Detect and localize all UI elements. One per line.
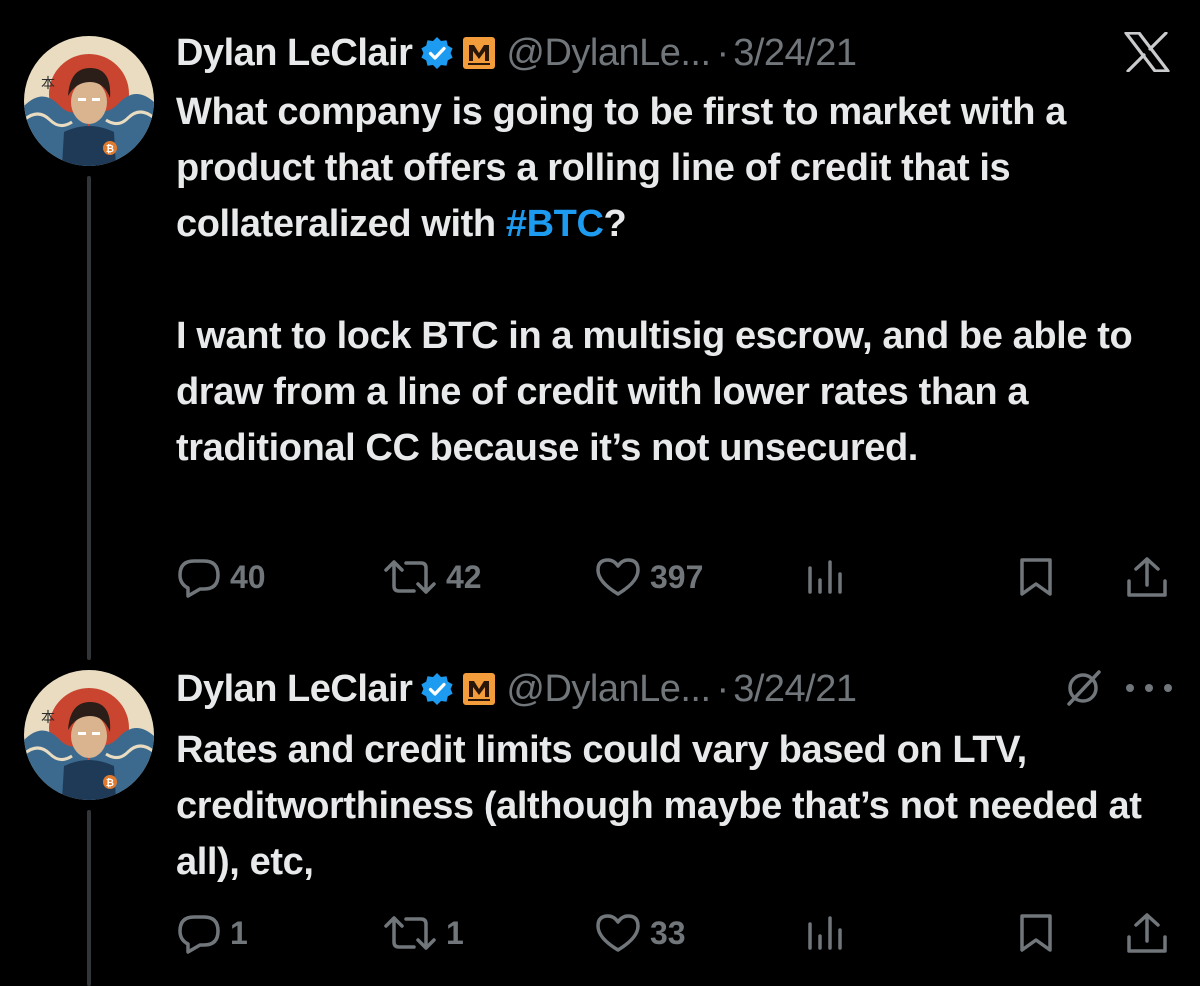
svg-text:₿: ₿: [106, 777, 114, 789]
reply-button[interactable]: 1: [176, 908, 248, 958]
views-button[interactable]: [802, 552, 846, 602]
tweet-date[interactable]: 3/24/21: [733, 668, 857, 711]
views-icon: [808, 560, 842, 594]
verified-badge-icon[interactable]: [420, 672, 454, 706]
tweet-header: Dylan LeClair @DylanLe... · 3/24/21: [176, 664, 857, 714]
display-name[interactable]: Dylan LeClair: [176, 668, 413, 711]
hashtag-link[interactable]: #BTC: [506, 203, 604, 245]
tweet-paragraph: What company is going to be first to mar…: [176, 84, 1186, 252]
svg-text:本: 本: [41, 710, 55, 726]
more-dot: [1164, 684, 1172, 692]
share-icon: [1127, 913, 1167, 953]
reply-button[interactable]: 40: [176, 552, 266, 602]
like-button[interactable]: 397: [594, 552, 703, 602]
avatar-illustration: ₿ 本: [24, 36, 154, 166]
repost-icon: [384, 560, 436, 594]
svg-text:本: 本: [41, 76, 55, 92]
x-logo-icon: [1124, 32, 1170, 72]
views-button[interactable]: [802, 908, 846, 958]
handle[interactable]: @DylanLe...: [506, 32, 711, 75]
tweet-text: Rates and credit limits could vary based…: [176, 722, 1186, 890]
like-icon: [596, 558, 640, 596]
like-count: 33: [650, 914, 686, 951]
bookmark-icon: [1020, 914, 1052, 952]
reply-count: 1: [230, 914, 248, 951]
more-dot: [1126, 684, 1134, 692]
more-dot: [1145, 684, 1153, 692]
share-icon: [1127, 557, 1167, 597]
tweet-paragraph: Rates and credit limits could vary based…: [176, 722, 1186, 890]
tweet-paragraph: I want to lock BTC in a multisig escrow,…: [176, 308, 1186, 476]
separator: ·: [716, 667, 730, 710]
avatar[interactable]: ₿ 本: [24, 36, 154, 166]
views-icon: [808, 916, 842, 950]
verified-badge-icon[interactable]: [420, 36, 454, 70]
display-name[interactable]: Dylan LeClair: [176, 32, 413, 75]
tweet-text: What company is going to be first to mar…: [176, 84, 1186, 476]
reply-count: 40: [230, 558, 266, 595]
reply-icon: [178, 559, 220, 598]
tweet-actions: 1 1 33: [176, 908, 1170, 958]
bookmark-icon: [1020, 558, 1052, 596]
repost-button[interactable]: 1: [382, 908, 464, 958]
text-segment: Rates and credit limits could vary based…: [176, 729, 1142, 883]
tweet-actions: 40 42 397: [176, 552, 1170, 602]
text-segment: I want to lock BTC in a multisig escrow,…: [176, 315, 1133, 469]
repost-icon: [384, 916, 436, 950]
affiliate-badge-icon[interactable]: [462, 672, 496, 706]
like-button[interactable]: 33: [594, 908, 686, 958]
bookmark-button[interactable]: [1014, 908, 1058, 958]
tweet-date[interactable]: 3/24/21: [733, 32, 857, 75]
like-count: 397: [650, 558, 704, 595]
share-button[interactable]: [1124, 908, 1170, 958]
repost-button[interactable]: 42: [382, 552, 482, 602]
separator: ·: [716, 31, 730, 74]
tweet-header: Dylan LeClair @DylanLe... · 3/24/21: [176, 28, 857, 78]
reply-icon: [178, 915, 220, 954]
repost-count: 42: [446, 558, 482, 595]
more-options-icon[interactable]: [1126, 670, 1172, 706]
share-button[interactable]: [1124, 552, 1170, 602]
grok-icon[interactable]: [1063, 668, 1103, 708]
avatar-illustration: ₿ 本: [24, 670, 154, 800]
bookmark-button[interactable]: [1014, 552, 1058, 602]
text-segment: ?: [603, 203, 627, 245]
thread-line: [87, 176, 91, 660]
repost-count: 1: [446, 914, 464, 951]
handle[interactable]: @DylanLe...: [506, 668, 711, 711]
thread-line: [87, 810, 91, 986]
svg-text:₿: ₿: [106, 143, 114, 155]
like-icon: [596, 914, 640, 952]
affiliate-badge-icon[interactable]: [462, 36, 496, 70]
avatar[interactable]: ₿ 本: [24, 670, 154, 800]
